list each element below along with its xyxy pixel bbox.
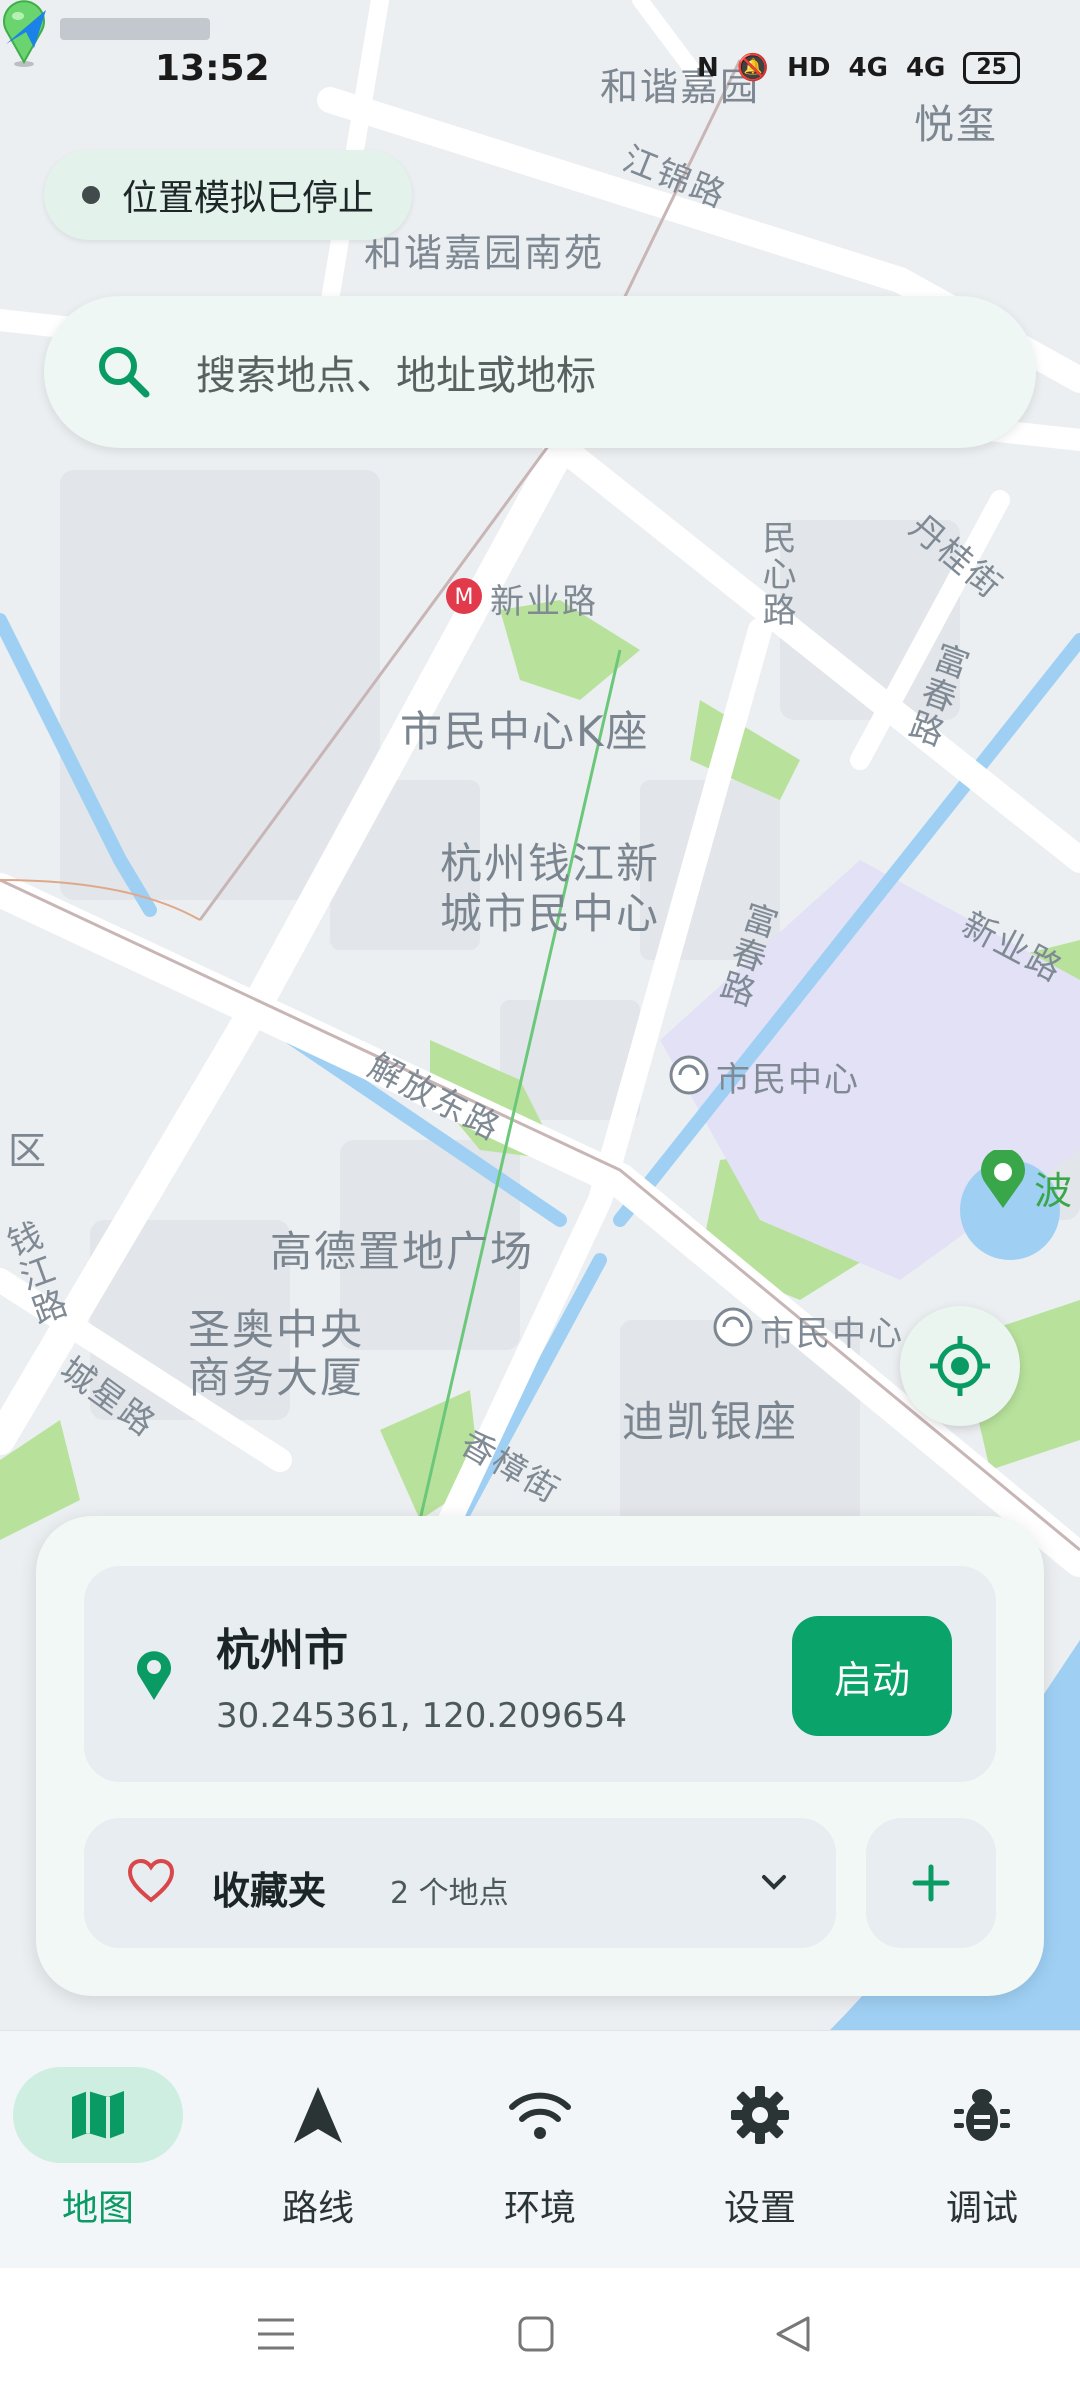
metro-interchange-icon <box>669 1055 709 1095</box>
chevron-down-icon <box>762 1875 786 1890</box>
start-simulation-button[interactable]: 启动 <box>792 1616 952 1736</box>
plus-icon <box>912 1864 950 1902</box>
battery-icon: 25 <box>963 52 1020 84</box>
bug-icon <box>954 2089 1010 2141</box>
home-icon[interactable] <box>516 2312 556 2356</box>
search-icon <box>99 347 150 398</box>
metro-interchange-icon <box>713 1307 753 1347</box>
location-city: 杭州市 <box>216 1625 348 1676</box>
map-label-citizen-center-metro-1: 市民中心 <box>716 1060 860 1100</box>
nav-tab-debug[interactable]: 调试 <box>892 2067 1072 2247</box>
location-coordinates: 30.245361, 120.209654 <box>216 1696 627 1736</box>
nfc-icon: N <box>697 53 719 83</box>
favorites-dropdown[interactable]: 收藏夹 2 个地点 <box>84 1818 836 1948</box>
map-label-minxin-road: 民心路 <box>756 520 796 628</box>
nav-tab-route[interactable]: 路线 <box>228 2067 408 2247</box>
map-icon <box>72 2091 124 2139</box>
location-panel: 杭州市 30.245361, 120.209654 启动 收藏夹 2 个地点 <box>36 1516 1044 1996</box>
nav-tab-environment[interactable]: 环境 <box>450 2067 630 2247</box>
map-label-hexie-south: 和谐嘉园南苑 <box>364 231 605 275</box>
nav-label-settings: 设置 <box>723 2188 796 2229</box>
locate-me-button[interactable] <box>900 1306 1020 1426</box>
hd-icon: HD <box>787 53 831 83</box>
nav-label-debug: 调试 <box>945 2188 1018 2229</box>
wifi-icon <box>509 2092 571 2139</box>
heart-icon <box>127 1858 175 1903</box>
nav-tab-map[interactable]: 地图 <box>8 2067 188 2247</box>
map-label-district: 区 <box>8 1129 49 1173</box>
back-icon[interactable] <box>770 2312 814 2356</box>
nav-label-map: 地图 <box>61 2188 134 2229</box>
add-favorite-button[interactable] <box>866 1818 996 1948</box>
signal-icon: 4G <box>848 53 888 83</box>
metro-station-icon: M <box>446 578 482 614</box>
map-label-citizen-k: 市民中心K座 <box>400 707 650 756</box>
favorites-count: 2 个地点 <box>390 1876 509 1911</box>
map-label-citizen-center-metro-2: 市民中心 <box>760 1314 904 1354</box>
map-label-bo: 波 <box>1034 1169 1075 1213</box>
status-dot-icon <box>82 186 100 204</box>
status-time: 13:52 <box>155 48 270 89</box>
search-bar[interactable]: 搜索地点、地址或地标 <box>44 296 1036 448</box>
mute-icon: 🔕 <box>736 53 770 83</box>
park-poi-icon <box>981 1150 1025 1208</box>
gear-icon <box>731 2086 789 2144</box>
location-pin-icon <box>137 1651 171 1700</box>
status-icons: N 🔕 HD 4G 4G 25 <box>697 52 1020 84</box>
map-label-xinye-road-metro: 新业路 <box>490 582 598 622</box>
signal-icon-2: 4G <box>905 53 946 83</box>
crosshair-icon <box>930 1336 990 1396</box>
svg-text:M: M <box>455 585 474 610</box>
menu-icon[interactable] <box>254 2312 298 2356</box>
current-location-card[interactable]: 杭州市 30.245361, 120.209654 启动 <box>84 1566 996 1782</box>
bottom-navigation: 地图 路线 环境 设置 调试 <box>0 2030 1080 2269</box>
map-label-hz-center-line2: 城市民中心 <box>440 889 661 938</box>
simulation-status-pill: 位置模拟已停止 <box>44 150 413 240</box>
navigation-arrow-icon <box>294 2087 342 2143</box>
map-label-shengao-line2: 商务大厦 <box>188 1353 365 1402</box>
nav-label-environment: 环境 <box>503 2188 576 2229</box>
system-navigation-bar <box>0 2268 1080 2400</box>
map-label-dikai: 迪凯银座 <box>622 1397 799 1446</box>
nav-tab-settings[interactable]: 设置 <box>670 2067 850 2247</box>
nav-label-route: 路线 <box>281 2188 354 2229</box>
simulation-status-text: 位置模拟已停止 <box>122 178 375 219</box>
map-label-gaode-plaza: 高德置地广场 <box>270 1227 535 1276</box>
favorites-title: 收藏夹 <box>212 1869 327 1913</box>
search-input[interactable]: 搜索地点、地址或地标 <box>196 343 596 401</box>
status-bar: 13:52 N 🔕 HD 4G 4G 25 <box>0 0 1080 140</box>
